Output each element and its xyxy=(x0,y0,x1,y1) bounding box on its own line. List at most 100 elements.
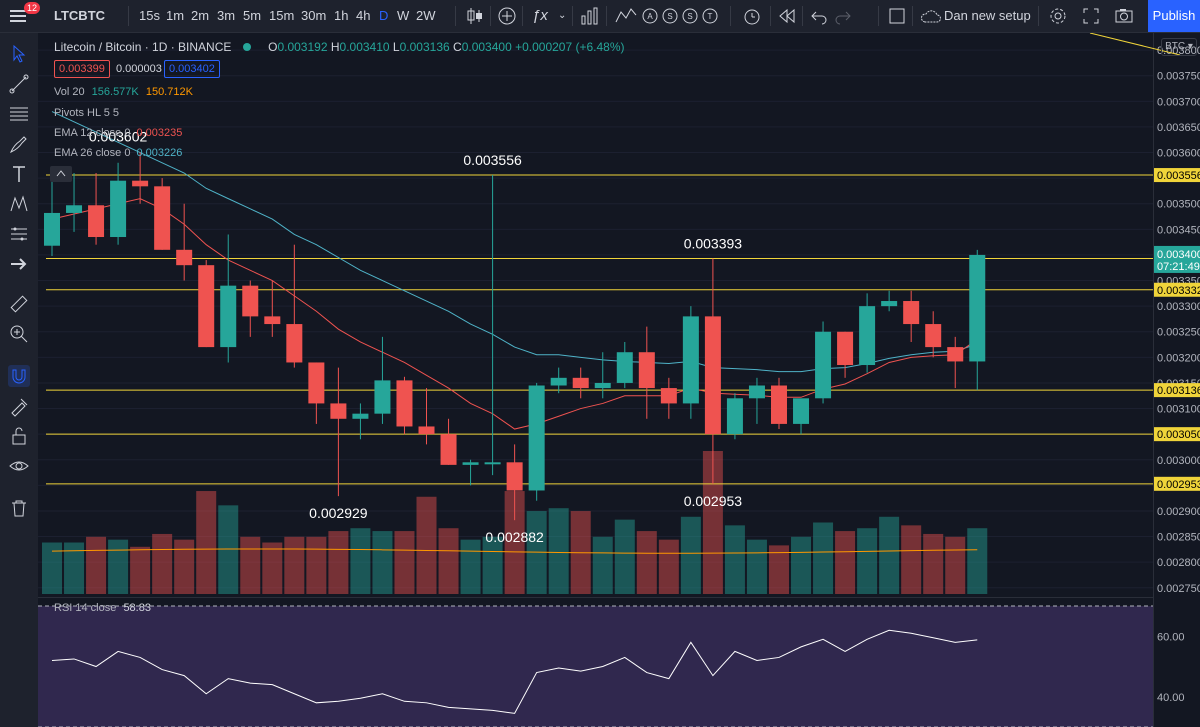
candle-body xyxy=(88,205,105,238)
price-tick-label: 0.003300 xyxy=(1157,301,1200,313)
volume-bar xyxy=(372,531,393,594)
pivots-legend[interactable]: Pivots HL 5 5 xyxy=(54,107,119,119)
volume-bar xyxy=(306,536,327,594)
chevron-down-icon[interactable]: ⌄ xyxy=(558,0,566,32)
alert-clock-icon[interactable] xyxy=(742,0,762,32)
rsi-tick-label: 60.00 xyxy=(1157,631,1185,643)
candle-body xyxy=(418,426,435,435)
interval-15s[interactable]: 15s xyxy=(139,0,160,32)
buy-price-button[interactable]: 0.003402 xyxy=(164,60,220,78)
candle-body xyxy=(793,398,810,424)
rsi-legend[interactable]: RSI 14 close 58.83 xyxy=(54,602,151,614)
candle-body xyxy=(484,462,501,465)
ema12-value: 0.003235 xyxy=(136,127,183,139)
divider xyxy=(912,6,913,26)
publish-button[interactable]: Publish xyxy=(1148,0,1200,32)
price-tick-label: 0.003200 xyxy=(1157,352,1200,364)
candle-body xyxy=(132,180,149,187)
undo-icon[interactable] xyxy=(810,0,828,32)
volume-value: 156.577K xyxy=(91,86,139,98)
symbol-search-button[interactable]: LTCBTC xyxy=(54,0,105,32)
volume-bar xyxy=(614,519,635,594)
layout-name-button[interactable]: Dan new setup xyxy=(944,0,1031,32)
candle-style-icon[interactable] xyxy=(466,0,484,32)
bar-replay-icon[interactable] xyxy=(614,0,638,32)
spread-value: 0.000003 xyxy=(116,63,162,75)
financials-icon[interactable] xyxy=(580,0,600,32)
divider xyxy=(878,6,879,26)
volume-bar xyxy=(460,539,481,594)
interval-D[interactable]: D xyxy=(379,0,388,32)
currency-button[interactable]: BTC ▾ xyxy=(1161,38,1197,56)
candle-body xyxy=(264,316,281,325)
price-level-label: 0.003050 xyxy=(1157,429,1200,441)
candle-body xyxy=(198,265,215,348)
ema26-legend[interactable]: EMA 26 close 0 0.003226 xyxy=(54,147,182,159)
interval-3m[interactable]: 3m xyxy=(217,0,235,32)
volume-ma-value: 150.712K xyxy=(145,86,193,98)
candle-body xyxy=(726,398,743,435)
layout-icon[interactable] xyxy=(888,0,906,32)
rsi-tick-label: 40.00 xyxy=(1157,692,1185,704)
volume-bar xyxy=(262,542,283,594)
collapse-legend-button[interactable] xyxy=(50,166,72,182)
interval-2W[interactable]: 2W xyxy=(416,0,436,32)
candle-body xyxy=(396,380,413,427)
sell-price-button[interactable]: 0.003399 xyxy=(54,60,110,78)
compare-add-icon[interactable] xyxy=(498,0,516,32)
volume-bar xyxy=(901,525,922,594)
price-tick-label: 0.003500 xyxy=(1157,199,1200,211)
divider xyxy=(522,6,523,26)
chevron-up-icon xyxy=(56,170,66,177)
interval-1m[interactable]: 1m xyxy=(166,0,184,32)
ema12-legend[interactable]: EMA 12 close 0 0.003235 xyxy=(54,127,182,139)
candle-body xyxy=(770,385,787,424)
rsi-band xyxy=(38,606,1153,727)
interval-W[interactable]: W xyxy=(397,0,409,32)
volume-bar xyxy=(438,528,459,594)
countdown-label: 07:21:49 xyxy=(1157,261,1200,273)
price-tick-label: 0.003100 xyxy=(1157,404,1200,416)
change-value: +0.000207 (+6.48%) xyxy=(515,40,625,54)
redo-icon[interactable] xyxy=(834,0,852,32)
candle-body xyxy=(352,413,369,419)
camera-icon[interactable] xyxy=(1114,0,1134,32)
alert-a-icon[interactable]: ASST xyxy=(642,0,722,32)
svg-text:S: S xyxy=(687,12,692,21)
divider xyxy=(128,6,129,26)
chart-legend-title[interactable]: Litecoin / Bitcoin · 1D · BINANCE O0.003… xyxy=(54,40,625,54)
candle-body xyxy=(242,285,259,317)
candle-body xyxy=(176,249,193,266)
candle-body xyxy=(925,324,942,348)
volume-legend[interactable]: Vol 20 156.577K 150.712K xyxy=(54,86,193,98)
interval-4h[interactable]: 4h xyxy=(356,0,370,32)
pivot-label: 0.003393 xyxy=(684,236,743,252)
volume-bar xyxy=(923,533,944,594)
close-value: 0.003400 xyxy=(461,40,512,54)
currency-label: BTC xyxy=(1165,41,1186,52)
fullscreen-icon[interactable] xyxy=(1082,0,1100,32)
interval-15m[interactable]: 15m xyxy=(269,0,294,32)
low-label: L xyxy=(392,40,400,54)
open-value: 0.003192 xyxy=(277,40,328,54)
price-tick-label: 0.002900 xyxy=(1157,506,1200,518)
price-tick-label: 0.003250 xyxy=(1157,327,1200,339)
candle-body xyxy=(330,403,347,419)
divider xyxy=(455,6,456,26)
candle-body xyxy=(815,331,832,399)
divider xyxy=(730,6,731,26)
volume-bar xyxy=(945,536,966,594)
volume-bar xyxy=(174,539,195,594)
volume-bar xyxy=(240,536,261,594)
replay-icon[interactable] xyxy=(778,0,796,32)
interval-1h[interactable]: 1h xyxy=(334,0,348,32)
interval-5m[interactable]: 5m xyxy=(243,0,261,32)
close-label: C xyxy=(453,40,462,54)
indicators-icon[interactable]: ƒx xyxy=(532,0,548,32)
volume-bar xyxy=(152,533,173,594)
candle-body xyxy=(969,254,986,362)
interval-2m[interactable]: 2m xyxy=(191,0,209,32)
gear-icon[interactable] xyxy=(1048,0,1068,32)
interval-30m[interactable]: 30m xyxy=(301,0,326,32)
volume-bar xyxy=(857,528,878,594)
